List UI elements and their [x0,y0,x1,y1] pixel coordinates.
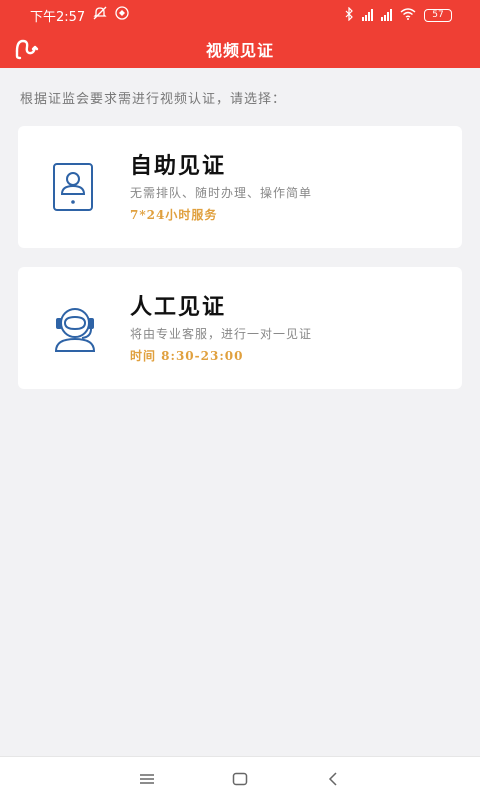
mute-icon [93,6,107,24]
back-icon [15,39,39,60]
back-nav-button[interactable] [313,761,353,797]
option-hours: 时间 8:30-23:00 [130,349,244,363]
back-button[interactable] [14,37,40,61]
chevron-left-icon [329,771,337,786]
option-description: 将由专业客服，进行一对一见证 [130,327,313,341]
status-time: 下午2:57 [30,9,86,25]
bluetooth-icon [344,6,354,24]
self-witness-option[interactable]: 自助见证 无需排队、随时办理、操作简单 7*24小时服务 [18,126,462,248]
manual-witness-option[interactable]: 人工见证 将由专业客服，进行一对一见证 时间 8:30-23:00 [18,267,462,389]
menu-button[interactable] [127,761,167,797]
headset-agent-icon [48,301,98,355]
signal-icon [362,9,373,21]
sync-icon [115,6,129,24]
tablet-user-icon [48,160,98,214]
option-hours: 7*24小时服务 [130,208,218,222]
option-title: 自助见证 [130,153,227,179]
status-bar: 下午2:57 57 [0,0,480,30]
option-title: 人工见证 [130,294,227,320]
home-icon [232,772,248,785]
signal-icon [381,9,392,21]
option-description: 无需排队、随时办理、操作简单 [130,186,313,200]
battery-icon: 57 [424,8,452,22]
system-navigation-bar [0,756,480,800]
menu-icon [139,773,154,784]
app-bar: 视频见证 [0,30,480,68]
instruction-text: 根据证监会要求需进行视频认证，请选择： [20,92,287,107]
page-title: 视频见证 [205,41,274,60]
wifi-icon [400,7,416,23]
home-button[interactable] [220,761,260,797]
